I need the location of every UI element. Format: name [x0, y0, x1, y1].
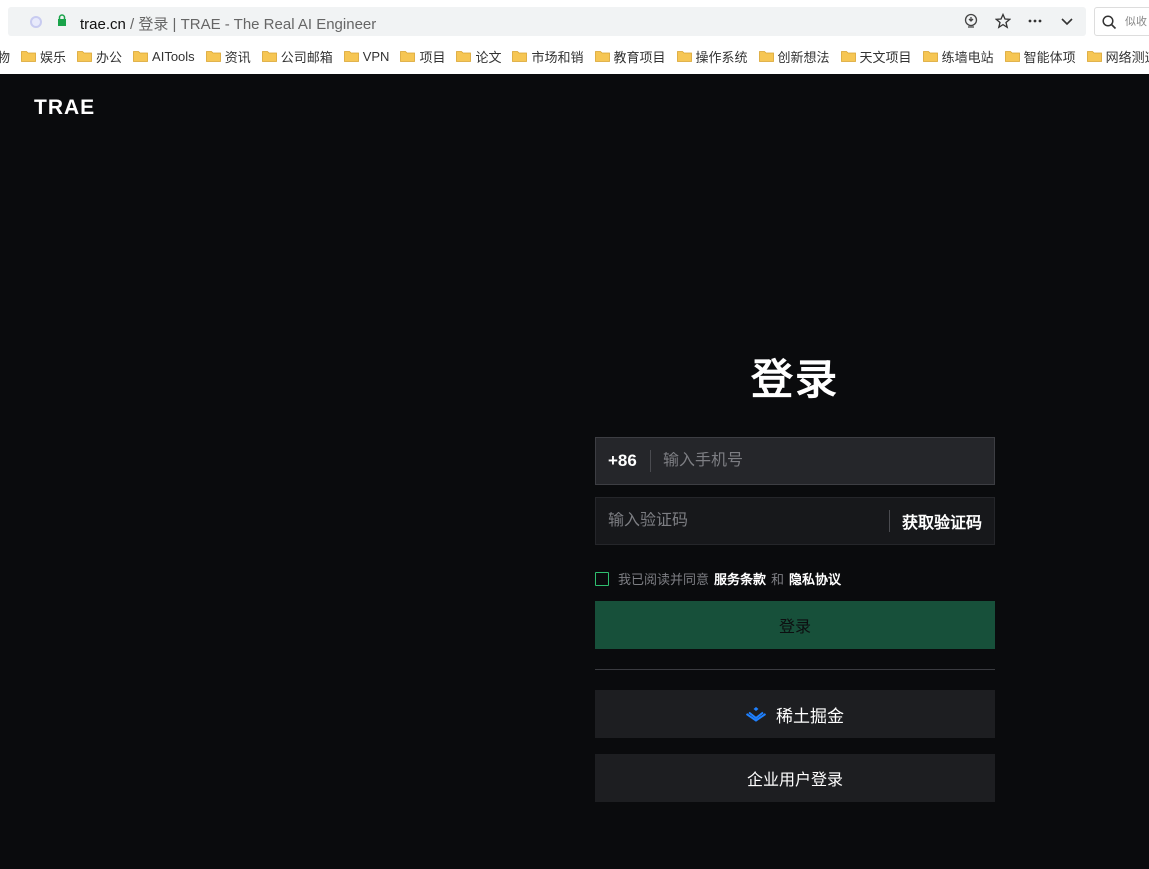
- get-code-button[interactable]: 获取验证码: [890, 509, 994, 533]
- bookmark-folder[interactable]: 公司邮箱: [261, 47, 333, 66]
- bookmark-label: 物: [0, 49, 11, 65]
- bookmark-folder[interactable]: AITools: [133, 49, 195, 64]
- folder-icon: [922, 51, 938, 62]
- login-page: TRAE 登录 +86 获取验证码 我已阅读并同意 服务条款 和 隐私协议 登录…: [0, 74, 1149, 869]
- enterprise-login-button[interactable]: 企业用户登录: [595, 754, 995, 802]
- svg-text:TRAE: TRAE: [34, 96, 95, 116]
- bookmark-label: VPN: [362, 48, 390, 64]
- agreement-row: 我已阅读并同意 服务条款 和 隐私协议: [595, 569, 845, 588]
- folder-icon: [261, 51, 277, 62]
- bookmark-label: 操作系统: [695, 49, 748, 65]
- bookmark-label: 娱乐: [40, 49, 67, 65]
- star-icon[interactable]: [994, 11, 1012, 31]
- chevron-down-icon[interactable]: [1058, 11, 1076, 31]
- folder-icon: [512, 51, 528, 62]
- login-button[interactable]: 登录: [595, 601, 995, 649]
- trae-logo[interactable]: TRAE: [34, 96, 108, 116]
- bookmark-item[interactable]: 物: [0, 47, 10, 66]
- bookmark-label: 市场和销: [531, 49, 584, 65]
- folder-icon: [343, 51, 359, 62]
- bookmark-label: 教育项目: [613, 49, 666, 65]
- bookmark-label: 天文项目: [859, 49, 912, 65]
- folder-icon: [77, 51, 92, 62]
- bookmark-label: 创新想法: [777, 49, 830, 65]
- browser-search-box[interactable]: 似收: [1094, 7, 1149, 36]
- agree-checkbox[interactable]: [595, 571, 609, 586]
- bookmark-folder[interactable]: 娱乐: [21, 47, 66, 66]
- search-box-text: 似收: [1125, 16, 1147, 28]
- folder-icon: [594, 51, 610, 62]
- folder-icon: [758, 51, 774, 62]
- folder-icon: [205, 51, 221, 62]
- address-bar[interactable]: trae.cn / 登录 | TRAE - The Real AI Engine…: [8, 7, 1086, 36]
- agree-and-text: 和: [771, 572, 785, 587]
- juejin-label: 稀土掘金: [776, 706, 844, 726]
- juejin-login-button[interactable]: 稀土掘金: [595, 690, 995, 738]
- folder-icon: [840, 51, 856, 62]
- country-code-select[interactable]: +86: [596, 451, 650, 471]
- site-info-icon[interactable]: [30, 16, 42, 28]
- bookmark-folder[interactable]: 市场和销: [512, 47, 584, 66]
- folder-icon: [21, 51, 36, 62]
- url-text[interactable]: trae.cn / 登录 | TRAE - The Real AI Engine…: [80, 13, 376, 34]
- bookmark-folder[interactable]: 网络测速: [1086, 47, 1149, 66]
- bookmarks-bar: 物 娱乐 办公 AITools 资讯 公司邮箱 VPN 项目 论文 市场和销 教…: [0, 44, 1149, 68]
- terms-link[interactable]: 服务条款: [714, 569, 766, 588]
- phone-field: +86: [595, 437, 995, 485]
- bookmark-folder[interactable]: 练墙电站: [922, 47, 994, 66]
- reader-icon[interactable]: [962, 11, 980, 31]
- bookmark-folder[interactable]: 智能体项: [1004, 47, 1076, 66]
- bookmark-label: 公司邮箱: [280, 49, 333, 65]
- verification-code-field: 获取验证码: [595, 497, 995, 545]
- bookmark-label: 项目: [419, 49, 446, 65]
- url-path-title: / 登录 | TRAE - The Real AI Engineer: [125, 16, 377, 33]
- bookmark-label: 论文: [475, 49, 502, 65]
- folder-icon: [456, 51, 472, 62]
- phone-input[interactable]: [651, 452, 994, 470]
- bookmark-label: AITools: [152, 48, 195, 64]
- folder-icon: [400, 51, 416, 62]
- more-icon[interactable]: [1026, 11, 1044, 31]
- bookmark-folder[interactable]: 操作系统: [676, 47, 748, 66]
- bookmark-label: 办公: [96, 49, 123, 65]
- folder-icon: [676, 51, 692, 62]
- folder-icon: [1086, 51, 1102, 62]
- search-icon: [1102, 15, 1117, 30]
- bookmark-folder[interactable]: 天文项目: [840, 47, 912, 66]
- privacy-link[interactable]: 隐私协议: [789, 569, 841, 588]
- section-divider: [595, 669, 995, 670]
- folder-icon: [1004, 51, 1020, 62]
- bookmark-folder[interactable]: 论文: [456, 47, 501, 66]
- bookmark-label: 练墙电站: [941, 49, 994, 65]
- folder-icon: [133, 51, 148, 62]
- bookmark-folder[interactable]: 项目: [400, 47, 445, 66]
- url-host: trae.cn: [80, 16, 126, 33]
- page-title: 登录: [750, 356, 839, 403]
- browser-chrome: trae.cn / 登录 | TRAE - The Real AI Engine…: [0, 0, 1149, 74]
- bookmark-label: 资讯: [224, 49, 251, 65]
- verification-code-input[interactable]: [596, 512, 889, 530]
- bookmark-folder[interactable]: VPN: [343, 48, 390, 64]
- bookmark-folder[interactable]: 办公: [77, 47, 122, 66]
- bookmark-folder[interactable]: 教育项目: [594, 47, 666, 66]
- agree-text: 我已阅读并同意: [618, 572, 710, 587]
- bookmark-label: 智能体项: [1023, 49, 1076, 65]
- bookmark-folder[interactable]: 资讯: [205, 47, 251, 66]
- lock-icon: [58, 14, 66, 26]
- bookmark-folder[interactable]: 创新想法: [758, 47, 830, 66]
- bookmark-label: 网络测速: [1105, 49, 1149, 65]
- juejin-icon: [746, 707, 766, 722]
